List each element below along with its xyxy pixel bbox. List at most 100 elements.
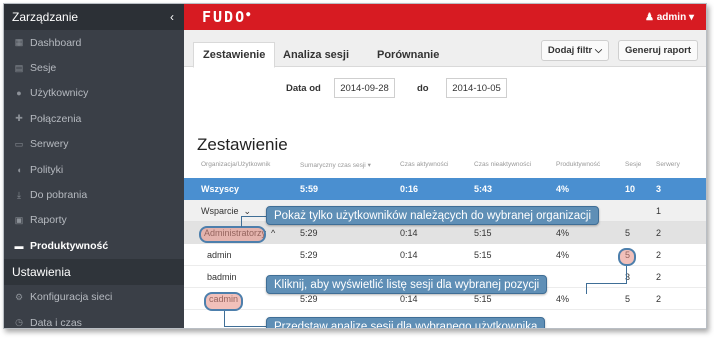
sidebar-item-serwery[interactable]: ▭ Serwery [4,132,184,157]
sidebar-item-label: Konfiguracja sieci [30,291,113,304]
page-title: Zestawienie [197,135,288,154]
highlight-administratorzy [199,226,266,243]
sidebar-item-połączenia[interactable]: ✚ Połączenia [4,106,184,131]
date-to-input[interactable]: 2014-10-05 [446,78,507,98]
cell-sessions[interactable]: 5 [625,228,630,238]
app-window: Zarządzanie ‹ ▦ Dashboard ▤ Sesje ● Użytkowni… [3,3,707,329]
sidebar-item-label: Dashboard [30,36,82,49]
user-icon: ♟ [644,11,654,23]
chevron-down-icon[interactable]: ⌄ [244,206,252,216]
cell-servers: 2 [656,294,662,304]
user-menu[interactable]: ♟ admin ▾ [645,12,694,23]
cell-inactive: 5:15 [474,250,492,260]
row-name-text: Wszyscy [201,184,240,194]
chevron-down-icon: ⌵ [594,45,603,56]
generate-report-button[interactable]: Generuj raport [618,40,698,61]
sidebar-item-produktywność[interactable]: ▬ Produktywność [4,233,184,258]
callout-user: Przedstaw analizę sesji dla wybranego uż… [266,317,546,328]
col-sessions[interactable]: Sesje [625,161,641,168]
logo-text: FUDO [202,8,247,26]
row-name-text: Wsparcie [201,206,239,216]
sidebar-item-użytkownicy[interactable]: ● Użytkownicy [4,81,184,106]
bar-chart-icon: ▬ [14,240,24,251]
download-icon: ⤓ [17,189,21,200]
tab-bar: Zestawienie Analiza sesji Porównanie Dod… [184,30,706,68]
clock-icon: ◷ [15,317,23,328]
cell-active: 0:14 [400,250,418,260]
callout-line-user-v [224,311,225,327]
tab-porownanie[interactable]: Porównanie [368,42,448,67]
sort-down-icon: ▾ [367,162,371,169]
callout-sessions: Kliknij, aby wyświetlić listę sesji dla … [266,275,548,294]
date-from-label: Data od [286,83,321,94]
sidebar-section-settings: Ustawienia [4,258,184,285]
col-servers[interactable]: Serwery [656,161,680,168]
sidebar-item-label: Produktywność [30,239,109,252]
sidebar-header: Zarządzanie ‹ [4,4,184,30]
dashboard-icon: ▦ [14,37,24,48]
callout-organization: Pokaż tylko użytkowników należących do w… [266,206,600,225]
col-active-time[interactable]: Czas aktywności [400,161,448,168]
sidebar-item-label: Do pobrania [30,189,88,202]
col-inactive-time[interactable]: Czas nieaktywności [474,161,531,168]
row-name[interactable]: badmin [207,272,237,282]
sidebar-item-dashboard[interactable]: ▦ Dashboard [4,30,184,55]
sidebar-item-label: Połączenia [30,112,82,125]
row-name-text: admin [207,250,232,260]
cell-total: 5:29 [300,228,318,238]
chevron-up-icon[interactable]: ^ [271,228,275,238]
col-total-time[interactable]: Sumaryczny czas sesji ▾ [300,161,371,169]
users-icon: ● [16,88,22,99]
sidebar: Zarządzanie ‹ ▦ Dashboard ▤ Sesje ● Użytkowni… [4,4,184,328]
sidebar-item-sesje[interactable]: ▤ Sesje [4,55,184,80]
cell-prod: 4% [556,250,570,260]
date-range: Data od 2014-09-28 do 2014-10-05 [184,78,706,98]
sidebar-item-label: Data i czas [30,316,82,329]
cell-active: 0:14 [400,228,418,238]
sidebar-item-raporty[interactable]: ▣ Raporty [4,208,184,233]
table-header: Organizacja/Użytkownik Sumaryczny czas s… [184,161,706,177]
col-total-time-label: Sumaryczny czas sesji [300,162,366,169]
sidebar-item-label: Serwery [30,138,69,151]
row-name[interactable]: Wszyscy [201,184,239,194]
sidebar-item-polityki[interactable]: ◖ Polityki [4,157,184,182]
tab-zestawienie[interactable]: Zestawienie [193,42,276,68]
server-icon: ▭ [14,138,24,149]
row-name[interactable]: admin [207,250,232,260]
sidebar-header-label: Zarządzanie [12,10,79,24]
row-wszyscy[interactable]: Wszyscy 5:59 0:16 5:43 4% 10 3 [184,178,706,200]
print-icon: ▣ [14,214,24,225]
sidebar-item-konfiguracja-sieci[interactable]: ⚙ Konfiguracja sieci [4,285,184,310]
top-bar: FUDO● ♟ admin ▾ [184,4,706,30]
cell-servers: 2 [656,272,662,282]
col-productivity[interactable]: Produktywność [556,161,600,168]
callout-line-sessions-v2 [626,266,627,284]
sidebar-item-label: Użytkownicy [30,87,89,100]
chevron-left-icon[interactable]: ‹ [170,10,174,24]
tab-analiza-sesji[interactable]: Analiza sesji [274,42,358,67]
cell-sessions[interactable]: 10 [625,184,635,194]
fudo-logo[interactable]: FUDO● [202,8,252,26]
main-content: Zestawienie Analiza sesji Porównanie Dod… [184,30,706,328]
caret-down-icon: ▾ [688,11,694,23]
date-from-input[interactable]: 2014-09-28 [334,78,395,98]
user-name: admin [656,11,687,23]
sidebar-item-label: Raporty [30,214,67,227]
cell-sessions[interactable]: 5 [625,294,630,304]
row-name-text: badmin [207,272,237,282]
connections-icon: ✚ [15,113,23,124]
sidebar-item-data-i-czas[interactable]: ◷ Data i czas [4,310,184,329]
cell-active: 0:14 [400,294,418,304]
cell-servers: 2 [656,228,662,238]
highlight-sessions [618,248,636,266]
sidebar-item-label: Polityki [30,163,64,176]
cell-total: 5:29 [300,294,318,304]
cell-prod: 4% [556,294,570,304]
col-organization[interactable]: Organizacja/Użytkownik [201,161,270,168]
callout-line-user [224,326,267,327]
add-filter-button[interactable]: Dodaj filtr ⌵ [541,40,609,61]
sidebar-item-label: Sesje [30,62,57,75]
cogs-icon: ⚙ [14,291,24,302]
cell-inactive: 5:15 [474,228,492,238]
sidebar-item-do-pobrania[interactable]: ⤓ Do pobrania [4,182,184,207]
